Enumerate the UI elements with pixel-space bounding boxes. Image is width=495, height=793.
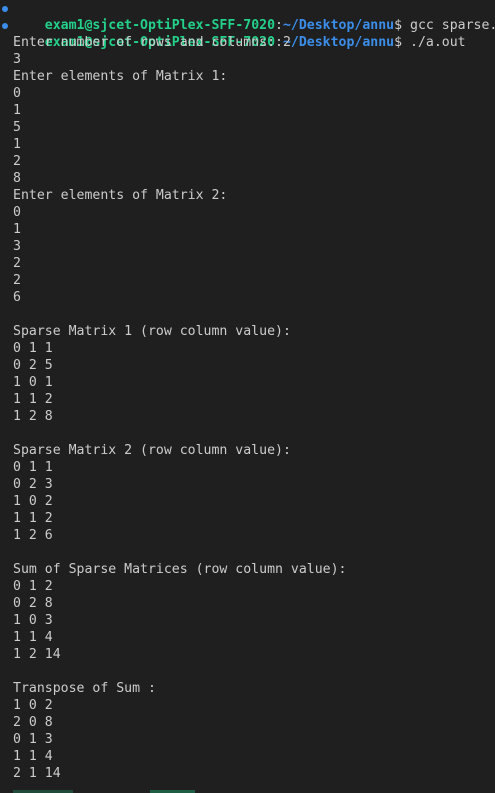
prompt-line: exam1@sjcet-OptiPlex-SFF-7020:~/Desktop/…	[13, 17, 466, 50]
output-line: 0	[13, 86, 21, 101]
prompt-line: exam1@sjcet-OptiPlex-SFF-7020:~/Desktop/…	[13, 0, 495, 33]
output-line: 1 2 14	[13, 647, 61, 662]
output-line: 1 1 2	[13, 392, 53, 407]
command-decoration-dot-icon[interactable]	[2, 23, 8, 29]
output-line: 0 2 5	[13, 358, 53, 373]
output-line: 0 1 3	[13, 732, 53, 747]
output-line: 0 1 1	[13, 341, 53, 356]
output-line: 1 0 1	[13, 375, 53, 390]
output-line: 2	[13, 273, 21, 288]
output-line: 2	[13, 154, 21, 169]
output-line: 1 1 4	[13, 749, 53, 764]
output-line: 0 2 8	[13, 596, 53, 611]
output-line: 2	[13, 256, 21, 271]
output-line: 0 1 1	[13, 460, 53, 475]
output-line: 6	[13, 290, 21, 305]
output-line: Enter elements of Matrix 1:	[13, 69, 228, 84]
output-line: 2 0 8	[13, 715, 53, 730]
output-line: 1 2 8	[13, 409, 53, 424]
output-line: 2 1 14	[13, 766, 61, 781]
output-line: 1	[13, 222, 21, 237]
output-line: 3	[13, 239, 21, 254]
output-line: 0	[13, 205, 21, 220]
output-line: 1 1 2	[13, 511, 53, 526]
output-line: Transpose of Sum :	[13, 681, 156, 696]
output-line: 1 2 6	[13, 528, 53, 543]
output-line: 1	[13, 137, 21, 152]
output-line: Sparse Matrix 1 (row column value):	[13, 324, 291, 339]
output-line: Sum of Sparse Matrices (row column value…	[13, 562, 347, 577]
prompt-symbol: $	[394, 35, 411, 50]
prompt-path: ~/Desktop/annu	[282, 35, 395, 50]
terminal-panel[interactable]: exam1@sjcet-OptiPlex-SFF-7020:~/Desktop/…	[0, 0, 495, 793]
output-line: 1 0 2	[13, 698, 53, 713]
command-decoration-dot-icon[interactable]	[2, 6, 8, 12]
output-line: 1 0 2	[13, 494, 53, 509]
output-line: 3	[13, 52, 21, 67]
output-line: 8	[13, 171, 21, 186]
output-line: 1 1 4	[13, 630, 53, 645]
output-line: 0 1 2	[13, 579, 53, 594]
output-line: 1	[13, 103, 21, 118]
command-text: ./a.out	[410, 35, 466, 50]
output-line: Enter number of rows and columns: 2	[13, 35, 291, 50]
clipped-next-prompt	[0, 787, 495, 793]
output-line: 0 2 3	[13, 477, 53, 492]
output-line: Enter elements of Matrix 2:	[13, 188, 228, 203]
output-line: Sparse Matrix 2 (row column value):	[13, 443, 291, 458]
output-line: 1 0 3	[13, 613, 53, 628]
output-line: 5	[13, 120, 21, 135]
